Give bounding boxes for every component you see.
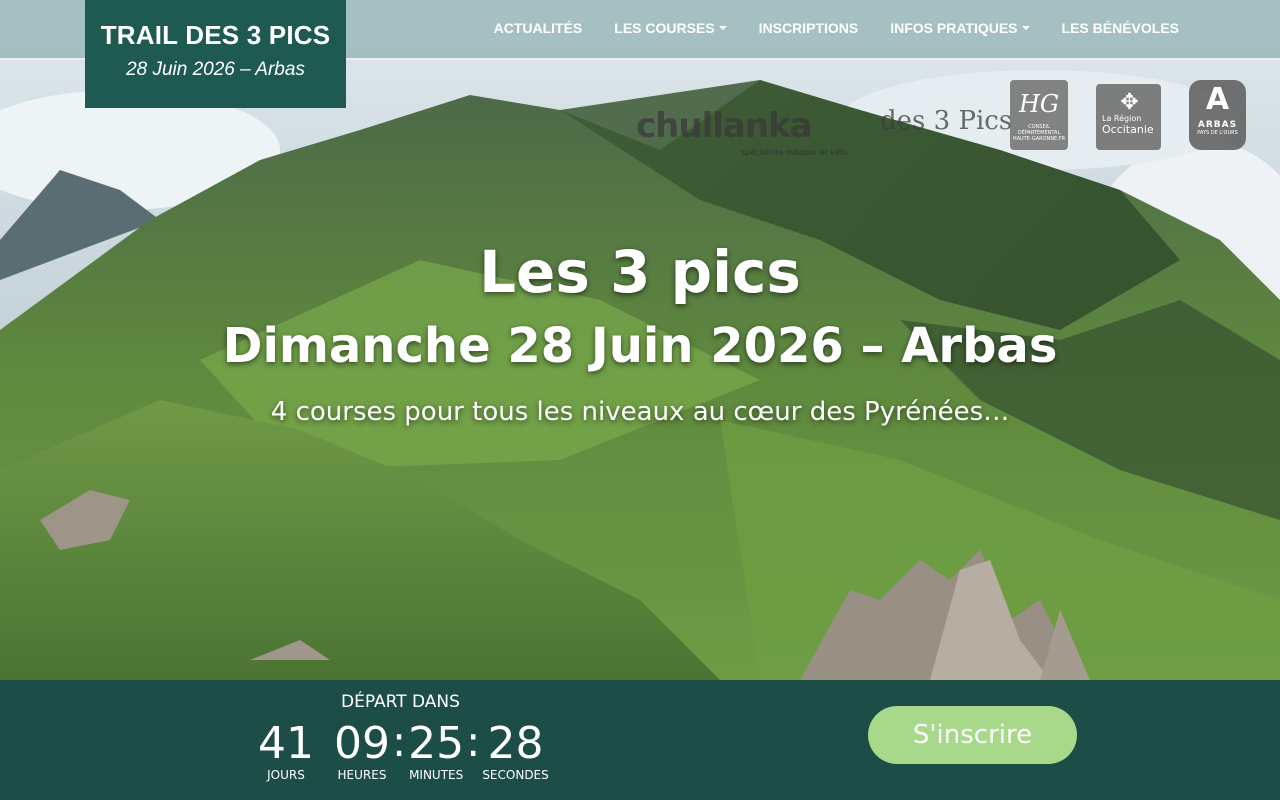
occitanie-logo: ✥ La Région Occitanie [1096,84,1161,150]
countdown-seconds-value: 28 [487,718,544,769]
chullanka-tagline: spécialiste outdoor et vélo [741,148,848,157]
arbas-logo: A ARBAS PAYS DE L'OURS [1189,80,1246,150]
hg-logo-caption: CONSEIL DÉPARTEMENTAL HAUTE-GARONNE.FR [1012,124,1066,142]
caret-down-icon [718,26,727,30]
countdown-hours-label: HEURES [337,768,387,782]
nav-item-actualites[interactable]: ACTUALITÉS [494,20,583,36]
countdown-days-label: JOURS [267,768,305,782]
register-button[interactable]: S'inscrire [868,706,1077,764]
arbas-mark-icon: A [1205,82,1230,117]
countdown-hours: 09 HEURES [334,718,390,782]
arbas-logo-name: ARBAS [1197,120,1238,130]
countdown-label: DÉPART DANS [341,692,460,712]
nav-item-label: INSCRIPTIONS [758,20,859,36]
brand-subtitle: 28 Juin 2026 – Arbas [126,59,305,80]
countdown-bar: DÉPART DANS 41 JOURS 09 HEURES : 25 MINU… [0,680,1280,800]
hg-logo-text: HG [1018,90,1060,118]
nav-item-les-courses[interactable]: LES COURSES [614,20,727,36]
occitanie-line2: Occitanie [1102,123,1154,136]
nav-item-label: ACTUALITÉS [493,20,583,36]
nav-item-les-benevoles[interactable]: LES BÉNÉVOLES [1062,20,1179,36]
countdown-minutes-value: 25 [408,718,465,769]
brand-title: TRAIL DES 3 PICS [100,20,331,50]
countdown-minutes: 25 MINUTES [408,718,464,782]
nav-item-label: LES COURSES [614,20,715,36]
countdown-seconds-label: SECONDES [482,768,549,782]
nav-item-label: LES BÉNÉVOLES [1061,20,1179,36]
countdown-days: 41 JOURS [258,718,314,782]
countdown-separator: : [466,717,481,766]
arbas-logo-caption: PAYS DE L'OURS [1197,130,1238,136]
hero-date: Dimanche 28 Juin 2026 – Arbas [222,318,1058,374]
hero-tagline: 4 courses pour tous les niveaux au cœur … [270,397,1010,427]
trail-3-pics-logo: des 3 Pics [880,106,1013,136]
countdown-hours-value: 09 [334,718,390,769]
countdown-timer: 41 JOURS 09 HEURES : 25 MINUTES : 28 SEC… [258,717,549,783]
hero-title: Les 3 pics [479,238,801,306]
nav-item-inscriptions[interactable]: INSCRIPTIONS [759,20,859,36]
occitanie-line1: La Région [1102,114,1142,123]
sponsor-logos: chullanka spécialiste outdoor et vélo de… [636,78,1256,158]
nav-item-infos-pratiques[interactable]: INFOS PRATIQUES [890,20,1030,36]
main-nav: ACTUALITÉS LES COURSES INSCRIPTIONS INFO… [494,20,1179,36]
nav-item-label: INFOS PRATIQUES [890,20,1018,36]
hero-text: Les 3 pics Dimanche 28 Juin 2026 – Arbas… [0,236,1280,430]
site-brand-logo[interactable]: TRAIL DES 3 PICS 28 Juin 2026 – Arbas [85,0,346,108]
countdown-minutes-label: MINUTES [409,768,464,782]
countdown-days-value: 41 [258,718,314,769]
haute-garonne-logo: HG CONSEIL DÉPARTEMENTAL HAUTE-GARONNE.F… [1010,80,1068,150]
countdown-separator: : [392,717,407,766]
chullanka-logo: chullanka [636,106,813,146]
occitan-cross-icon: ✥ [1120,90,1139,115]
caret-down-icon [1021,26,1030,30]
countdown-seconds: 28 SECONDES [482,718,548,782]
